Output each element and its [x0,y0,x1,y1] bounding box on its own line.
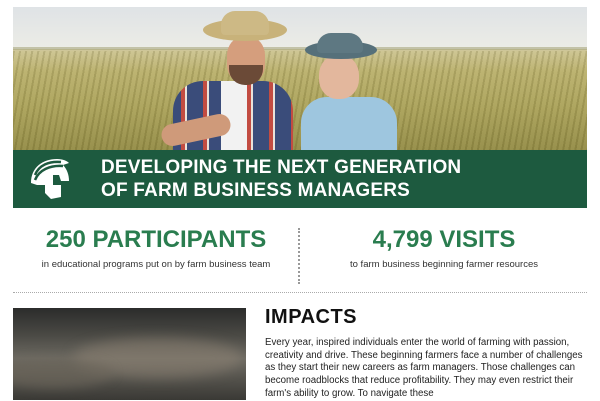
spartan-helmet-icon [31,159,69,199]
impacts-heading: IMPACTS [265,306,358,328]
section-divider [13,292,587,293]
hero-photo [13,7,587,150]
hero-horizon [13,47,587,50]
stat-visits: 4,799 VISITS to farm business beginning … [301,224,587,272]
hero-son-shirt [301,97,397,150]
stat-participants-number: 250 PARTICIPANTS [45,226,267,253]
stats-divider [298,228,300,284]
stat-participants: 250 PARTICIPANTS in educational programs… [13,224,299,272]
hero-sky [13,7,587,49]
banner-title-line-2: OF FARM BUSINESS MANAGERS [101,180,411,201]
hero-wheat-field [13,51,587,150]
title-banner: DEVELOPING THE NEXT GENERATION OF FARM B… [13,150,587,208]
stat-participants-description: in educational programs put on by farm b… [41,259,271,270]
banner-title: DEVELOPING THE NEXT GENERATION OF FARM B… [101,156,571,202]
stat-visits-number: 4,799 VISITS [372,226,516,253]
stat-visits-description: to farm business beginning farmer resour… [350,259,538,270]
banner-title-line-1: DEVELOPING THE NEXT GENERATION [101,157,462,178]
sky-photo-cloud-2 [13,358,113,388]
sky-photo [13,308,246,400]
hero-son-face [319,55,359,99]
hero-son-hat-crown [317,33,363,53]
impacts-body-text: Every year, inspired individuals enter t… [265,337,583,399]
stats-row: 250 PARTICIPANTS in educational programs… [13,224,587,284]
hero-father-hat-crown [221,11,269,35]
